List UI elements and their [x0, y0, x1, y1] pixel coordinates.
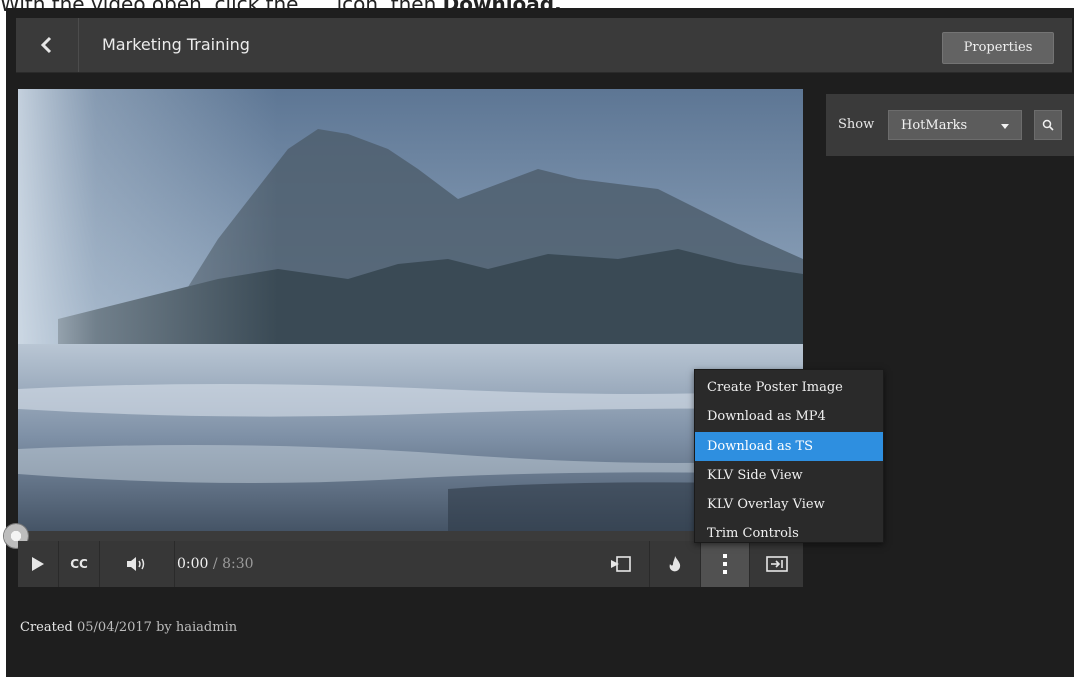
- current-time: 0:00: [177, 556, 209, 572]
- hotmarks-panel: Show HotMarks: [826, 94, 1074, 156]
- time-separator: /: [212, 556, 218, 572]
- play-button[interactable]: [18, 541, 59, 587]
- captions-button[interactable]: CC: [59, 541, 100, 587]
- menu-item-download-mp4[interactable]: Download as MP4: [695, 402, 883, 431]
- menu-item-trim-controls[interactable]: Trim Controls: [695, 519, 883, 548]
- video-frame[interactable]: [18, 89, 803, 531]
- duration: 8:30: [222, 556, 254, 572]
- created-date: 05/04/2017: [77, 620, 152, 635]
- flame-icon: [669, 556, 681, 572]
- hotmarks-select[interactable]: HotMarks: [888, 110, 1022, 140]
- back-button[interactable]: [16, 18, 79, 72]
- created-label: Created: [20, 620, 73, 635]
- chevron-left-icon: [40, 36, 52, 54]
- volume-button[interactable]: [100, 541, 175, 587]
- video-still-image: [18, 89, 803, 531]
- menu-item-klv-overlay-view[interactable]: KLV Overlay View: [695, 490, 883, 519]
- more-vertical-icon: [723, 554, 727, 574]
- title-bar: Marketing Training Properties: [16, 18, 1072, 73]
- play-icon: [32, 557, 44, 571]
- menu-item-klv-side-view[interactable]: KLV Side View: [695, 461, 883, 490]
- poster-button[interactable]: [593, 541, 650, 587]
- sidebar-toggle-icon: [765, 556, 788, 572]
- progress-track[interactable]: [18, 531, 803, 541]
- page-title: Marketing Training: [102, 35, 250, 54]
- more-options-menu: Create Poster Image Download as MP4 Down…: [694, 369, 884, 543]
- player-controls: CC 0:00 / 8:30: [18, 541, 803, 587]
- poster-icon: [611, 556, 631, 572]
- menu-item-create-poster[interactable]: Create Poster Image: [695, 373, 883, 402]
- search-icon: [1042, 119, 1054, 131]
- cc-label: CC: [70, 557, 88, 571]
- caret-down-icon: [1001, 124, 1009, 129]
- created-info: Created 05/04/2017 by haiadmin: [20, 620, 237, 636]
- created-by-label: by: [156, 620, 172, 635]
- select-value: HotMarks: [901, 118, 968, 133]
- hotmark-button[interactable]: [650, 541, 701, 587]
- volume-icon: [127, 557, 145, 571]
- created-by-user: haiadmin: [175, 620, 238, 635]
- show-label: Show: [838, 117, 875, 132]
- menu-item-download-ts[interactable]: Download as TS: [695, 432, 883, 461]
- search-button[interactable]: [1034, 110, 1062, 140]
- properties-button[interactable]: Properties: [942, 32, 1054, 64]
- time-display: 0:00 / 8:30: [177, 541, 254, 587]
